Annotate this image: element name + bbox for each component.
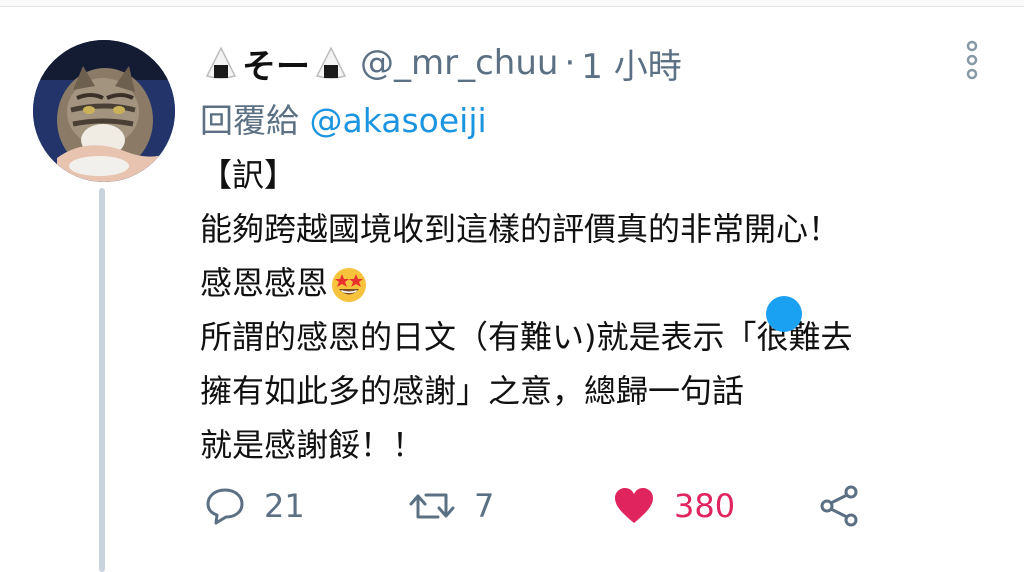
reply-button[interactable]: 21	[204, 480, 305, 532]
tweet-line-text: 感恩感恩	[200, 264, 329, 302]
share-button[interactable]	[818, 480, 862, 532]
star-struck-emoji-icon	[332, 268, 367, 302]
like-button[interactable]: 380	[612, 480, 735, 532]
tweet-text: 【訳】 能夠跨越國境收到這樣的評價真的非常開心！ 感恩感恩 所謂的感恩的日文（有…	[200, 148, 1000, 472]
reply-context: 回覆給 @akasoeiji	[200, 94, 487, 142]
cat-avatar-image	[33, 40, 175, 182]
top-divider	[0, 0, 1024, 7]
tweet-actions: 21 7 380	[200, 480, 900, 532]
user-handle[interactable]: @_mr_chuu	[360, 43, 558, 83]
touch-indicator	[766, 296, 802, 332]
separator-dot: ·	[564, 43, 576, 83]
retweet-button[interactable]: 7	[408, 480, 494, 532]
timestamp[interactable]: 1 小時	[581, 39, 681, 88]
tweet-line: 能夠跨越國境收到這樣的評價真的非常開心！	[200, 210, 841, 248]
reply-mention-link[interactable]: @akasoeiji	[310, 101, 487, 140]
thread-line	[99, 188, 105, 572]
heart-icon	[615, 488, 653, 523]
avatar[interactable]	[33, 40, 175, 182]
reply-icon	[206, 488, 244, 525]
display-name[interactable]: そー	[200, 39, 352, 88]
tweet-header: そー @_mr_chuu · 1 小時	[200, 38, 682, 88]
retweet-count: 7	[474, 487, 495, 525]
reply-count: 21	[264, 487, 305, 525]
tweet-line: 所謂的感恩的日文（有難い)就是表示「很難去	[200, 318, 853, 356]
more-options-icon[interactable]	[960, 40, 984, 80]
display-name-text: そー	[242, 46, 310, 87]
onigiri-icon	[205, 46, 237, 79]
tweet-line: 【訳】	[200, 156, 297, 194]
like-count: 380	[674, 487, 736, 525]
tweet-line: 感恩感恩	[200, 256, 1000, 310]
retweet-icon	[409, 493, 455, 519]
onigiri-icon	[315, 46, 347, 79]
tweet-line: 就是感謝餒！！	[200, 426, 425, 464]
reply-prefix: 回覆給	[200, 101, 299, 140]
tweet-line: 擁有如此多的感謝」之意，總歸一句話	[200, 372, 745, 410]
share-icon	[820, 485, 858, 527]
